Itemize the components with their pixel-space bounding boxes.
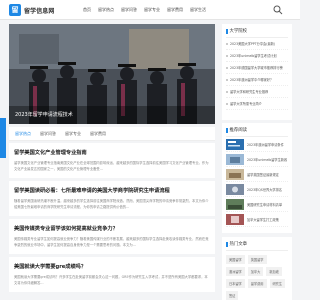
list-item-text: 2023年澳洲留学中介哪家好？ bbox=[230, 78, 274, 82]
list-item[interactable]: 2023年德国留学大学城市推荐排行榜 bbox=[226, 62, 288, 74]
nav-item-qa[interactable]: 留学问答 bbox=[121, 7, 137, 13]
thumbnail-image bbox=[226, 213, 244, 225]
title-bar-icon bbox=[226, 241, 228, 247]
list-item-text: 2023美国大学PPT分享会(最新) bbox=[230, 42, 276, 46]
recommend-item-text: 加拿大留学生打工政策 bbox=[247, 217, 279, 222]
recommend-item[interactable]: 2023年unimelb留学生新政 bbox=[226, 152, 288, 167]
nav-item-hot[interactable]: 留学热点 bbox=[98, 7, 114, 13]
article-title[interactable]: 美国就读大学需要gre成绩吗？ bbox=[14, 263, 210, 270]
side-float-tab[interactable] bbox=[0, 118, 6, 158]
list-item[interactable]: 留学大学所需专业简介 bbox=[226, 98, 288, 110]
list-item[interactable]: 2023美国大学PPT分享会(最新) bbox=[226, 38, 288, 50]
list-item-text: 2023年unimelb留学生考试计划 bbox=[230, 54, 277, 58]
thumbnail-image bbox=[226, 198, 244, 210]
thumbnail-image bbox=[226, 153, 244, 165]
site-header: 留 留学信息网 首页 留学热点 留学问答 留学专业 留学费用 留学生活 bbox=[0, 0, 300, 20]
site-logo[interactable]: 留 留学信息网 bbox=[9, 4, 55, 16]
logo-text: 留学信息网 bbox=[24, 7, 55, 15]
widget-title-text: 大学院校 bbox=[229, 29, 248, 34]
tag-item[interactable]: 加拿大 bbox=[247, 267, 264, 276]
tag-item[interactable]: 留学费用 bbox=[247, 279, 267, 288]
bullet-icon bbox=[226, 66, 228, 69]
tag-item[interactable]: 美国留学 bbox=[226, 255, 245, 264]
recommend-item-text: 留学英国签证最新规定 bbox=[247, 172, 279, 177]
bullet-icon bbox=[226, 54, 228, 57]
article-title[interactable]: 美国传媒类专业留学该如何提高就业竞争力？ bbox=[14, 225, 210, 232]
tag-cloud: 美国留学 英国留学 澳洲留学 加拿大 新加坡 日本留学 留学费用 研究生 签证 bbox=[226, 251, 288, 300]
article-title[interactable]: 留学美国读研必看：七所最难申请的美国大学商学院研究生申请流程 bbox=[14, 187, 210, 194]
tag-item[interactable]: 研究生 bbox=[269, 279, 286, 288]
banner-caption: 2023年留学申请流程技术 bbox=[15, 112, 73, 118]
list-item-text: 留学大学和研究生专业推荐 bbox=[230, 90, 269, 94]
tags-widget: 热门文章 美国留学 英国留学 澳洲留学 加拿大 新加坡 日本留学 留学费用 研究… bbox=[222, 237, 292, 300]
widget-title: 热门文章 bbox=[226, 241, 288, 251]
hot-list: 2023美国大学PPT分享会(最新) 2023年unimelb留学生考试计划 2… bbox=[226, 38, 288, 110]
thumbnail-image bbox=[226, 183, 244, 195]
tab-major[interactable]: 留学专业 bbox=[65, 131, 81, 137]
banner-image bbox=[9, 24, 215, 124]
recommend-widget: 推荐阅读 2023年澳洲留学申请条件 2023年unimelb留学生新政 留学英… bbox=[222, 123, 292, 233]
recommend-item-text: 2023年QS世界大学排名 bbox=[247, 187, 282, 192]
widget-title-text: 热门文章 bbox=[229, 242, 248, 247]
banner-slider[interactable]: 2023年留学申请流程技术 bbox=[9, 24, 215, 124]
tab-fee[interactable]: 留学费用 bbox=[90, 131, 106, 137]
thumbnail-image bbox=[226, 168, 244, 180]
nav-item-life[interactable]: 留学生活 bbox=[190, 7, 206, 13]
widget-title: 大学院校 bbox=[226, 28, 288, 38]
tag-item[interactable]: 英国留学 bbox=[247, 255, 267, 264]
recommend-item-text: 2023年澳洲留学申请条件 bbox=[247, 142, 284, 147]
title-bar-icon bbox=[226, 127, 228, 133]
nav-item-major[interactable]: 留学专业 bbox=[144, 7, 160, 13]
tab-qa[interactable]: 留学问答 bbox=[40, 131, 56, 137]
main-column: 2023年留学申请流程技术 留学热点 留学问答 留学专业 留学费用 留学美国文化… bbox=[9, 24, 215, 292]
list-item-text: 2023年德国留学大学城市推荐排行榜 bbox=[230, 66, 283, 70]
bullet-icon bbox=[226, 102, 228, 105]
article-item[interactable]: 美国传媒类专业留学该如何提高就业竞争力？ 美国传媒类专业留学生如何提高就业竞争力… bbox=[9, 219, 215, 254]
article-title[interactable]: 留学美国文化产业管理专业指南 bbox=[14, 149, 210, 156]
list-item[interactable]: 留学大学和研究生专业推荐 bbox=[226, 86, 288, 98]
recommend-item[interactable]: 2023年QS世界大学排名 bbox=[226, 182, 288, 197]
widget-title-text: 推荐阅读 bbox=[229, 128, 248, 133]
logo-mark: 留 bbox=[9, 4, 21, 16]
article-item[interactable]: 留学美国文化产业管理专业指南 留学美国文化产业管理专业指南美国文化产业在全球范围… bbox=[9, 143, 215, 178]
recommend-item-text: 美国研究生申请材料清单 bbox=[247, 202, 283, 207]
recommend-item[interactable]: 美国研究生申请材料清单 bbox=[226, 197, 288, 212]
list-item[interactable]: 2023年澳洲留学中介哪家好？ bbox=[226, 74, 288, 86]
page: 留 留学信息网 首页 留学热点 留学问答 留学专业 留学费用 留学生活 2023… bbox=[0, 0, 300, 300]
recommend-item[interactable]: 加拿大留学生打工政策 bbox=[226, 212, 288, 227]
category-tabs: 留学热点 留学问答 留学专业 留学费用 bbox=[9, 127, 215, 141]
title-bar-icon bbox=[226, 28, 228, 34]
bullet-icon bbox=[226, 78, 228, 81]
article-summary: 留学美国文化产业管理专业指南美国文化产业在全球范围内影响深远，越来越多的国际学生… bbox=[14, 161, 209, 171]
list-item-text: 留学大学所需专业简介 bbox=[230, 102, 262, 106]
article-item[interactable]: 美国就读大学需要gre成绩吗？ 美国就读大学需要gre成绩吗？许多学生在赴美留学… bbox=[9, 257, 215, 292]
recommend-item[interactable]: 2023年澳洲留学申请条件 bbox=[226, 137, 288, 152]
bullet-icon bbox=[226, 90, 228, 93]
list-item[interactable]: 2023年unimelb留学生考试计划 bbox=[226, 50, 288, 62]
tag-item[interactable]: 澳洲留学 bbox=[226, 267, 245, 276]
tab-hot[interactable]: 留学热点 bbox=[15, 131, 31, 137]
article-list: 留学美国文化产业管理专业指南 留学美国文化产业管理专业指南美国文化产业在全球范围… bbox=[9, 143, 215, 295]
article-item[interactable]: 留学美国读研必看：七所最难申请的美国大学商学院研究生申请流程 随着留学美国读研热… bbox=[9, 181, 215, 216]
tag-item[interactable]: 签证 bbox=[226, 291, 239, 300]
article-summary: 美国就读大学需要gre成绩吗？许多学生在赴美留学前都会关心这一问题，GRE作为研… bbox=[14, 275, 208, 285]
article-summary: 随着留学美国读研热潮不断升温，越来越多的学生选择前往美国商学院深造。然而，美国顶… bbox=[14, 199, 209, 209]
bullet-icon bbox=[226, 42, 228, 45]
nav-item-fee[interactable]: 留学费用 bbox=[167, 7, 183, 13]
hot-schools-widget: 大学院校 2023美国大学PPT分享会(最新) 2023年unimelb留学生考… bbox=[222, 24, 292, 120]
thumbnail-image bbox=[226, 138, 244, 150]
main-nav: 首页 留学热点 留学问答 留学专业 留学费用 留学生活 bbox=[83, 7, 206, 13]
search-icon[interactable] bbox=[272, 4, 284, 16]
tag-item[interactable]: 新加坡 bbox=[266, 267, 282, 276]
recommend-item[interactable]: 留学英国签证最新规定 bbox=[226, 167, 288, 182]
article-summary: 美国传媒类专业留学生如何提高就业竞争力？随着美国传媒行业的不断发展，越来越多的国… bbox=[14, 237, 209, 247]
nav-item-home[interactable]: 首页 bbox=[83, 7, 91, 13]
recommend-item-text: 2023年unimelb留学生新政 bbox=[247, 157, 288, 162]
widget-title: 推荐阅读 bbox=[226, 127, 288, 137]
tag-item[interactable]: 日本留学 bbox=[226, 279, 245, 288]
